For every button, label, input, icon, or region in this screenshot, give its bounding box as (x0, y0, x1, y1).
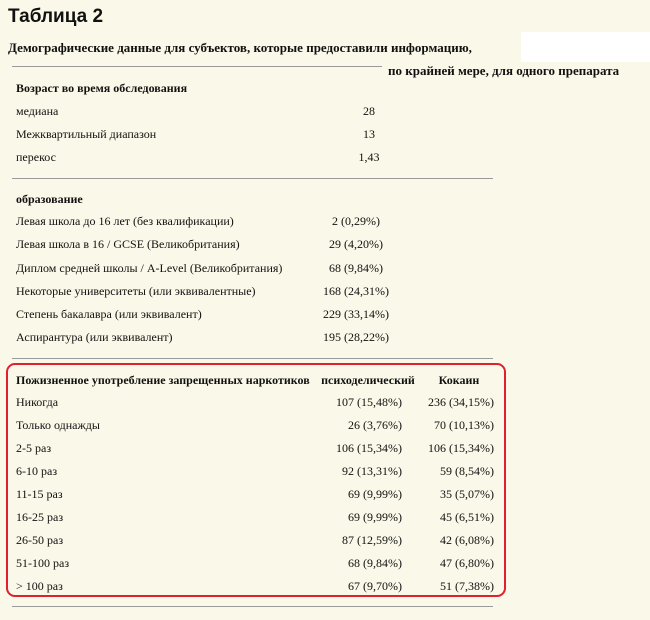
row-label: Степень бакалавра (или эквивалент) (16, 307, 202, 321)
row-label: 51-100 раз (16, 556, 70, 570)
row-label: Левая школа в 16 / GCSE (Великобритания) (16, 237, 240, 251)
caption-mask (521, 32, 650, 62)
psychedelic-value: 106 (15,34%) (336, 441, 402, 455)
row-value: 29 (4,20%) (329, 237, 383, 251)
row-label: 11-15 раз (16, 487, 63, 501)
section-heading-drugs: Пожизненное употребление запрещенных нар… (16, 373, 310, 387)
table-row: Только однажды 26 (3,76%) 70 (10,13%) (0, 418, 650, 438)
table-row: медиана 28 (0, 104, 650, 124)
table-row: Никогда 107 (15,48%) 236 (34,15%) (0, 395, 650, 415)
column-header-cocaine: Кокаин (438, 373, 480, 387)
top-rule (12, 66, 382, 67)
cocaine-value: 59 (8,54%) (440, 464, 494, 478)
section-heading-education: образование (16, 192, 83, 206)
row-value: 168 (24,31%) (323, 284, 389, 298)
table-row: > 100 раз 67 (9,70%) 51 (7,38%) (0, 579, 650, 599)
table-row: 26-50 раз 87 (12,59%) 42 (6,08%) (0, 533, 650, 553)
table-row: Аспирантура (или эквивалент) 195 (28,22%… (0, 330, 650, 350)
table-caption-line1: Демографические данные для субъектов, ко… (8, 40, 472, 55)
psychedelic-value: 67 (9,70%) (348, 579, 402, 593)
psychedelic-value: 68 (9,84%) (348, 556, 402, 570)
table-row: Степень бакалавра (или эквивалент) 229 (… (0, 307, 650, 327)
row-value: 1,43 (358, 150, 380, 164)
table-row: Левая школа в 16 / GCSE (Великобритания)… (0, 237, 650, 257)
cocaine-value: 51 (7,38%) (440, 579, 494, 593)
column-header-psychedelic: психоделический (321, 373, 415, 387)
row-label: Диплом средней школы / A-Level (Великобр… (16, 261, 283, 275)
row-label: Некоторые университеты (или эквивалентны… (16, 284, 256, 298)
row-label: > 100 раз (16, 579, 63, 593)
row-value: 28 (363, 104, 375, 118)
row-label: Аспирантура (или эквивалент) (16, 330, 173, 344)
table-row: 2-5 раз 106 (15,34%) 106 (15,34%) (0, 441, 650, 461)
table-row: Некоторые университеты (или эквивалентны… (0, 284, 650, 304)
table-caption-line2: по крайней мере, для одного препарата (388, 63, 620, 78)
section-heading-age: Возраст во время обследования (16, 81, 188, 95)
row-label: 16-25 раз (16, 510, 64, 524)
row-label: Никогда (16, 395, 59, 409)
table-row: Межквартильный диапазон 13 (0, 127, 650, 147)
row-label: Только однажды (16, 418, 100, 432)
row-label: Левая школа до 16 лет (без квалификации) (16, 214, 234, 228)
table-row: перекос 1,43 (0, 150, 650, 170)
cocaine-value: 45 (6,51%) (440, 510, 494, 524)
cocaine-value: 47 (6,80%) (440, 556, 494, 570)
row-label: медиана (16, 104, 59, 118)
bottom-rule (12, 606, 493, 607)
row-value: 68 (9,84%) (329, 261, 383, 275)
row-label: Межквартильный диапазон (16, 127, 157, 141)
table-row: Левая школа до 16 лет (без квалификации)… (0, 214, 650, 234)
row-value: 229 (33,14%) (323, 307, 389, 321)
cocaine-value: 35 (5,07%) (440, 487, 494, 501)
row-label: 26-50 раз (16, 533, 64, 547)
page-title: Таблица 2 (8, 6, 104, 27)
row-label: перекос (16, 150, 56, 164)
row-value: 195 (28,22%) (323, 330, 389, 344)
psychedelic-value: 69 (9,99%) (348, 510, 402, 524)
table-row: Диплом средней школы / A-Level (Великобр… (0, 261, 650, 281)
cocaine-value: 42 (6,08%) (440, 533, 494, 547)
psychedelic-value: 87 (12,59%) (342, 533, 402, 547)
section-divider (12, 178, 493, 179)
row-value: 2 (0,29%) (332, 214, 380, 228)
table-row: 51-100 раз 68 (9,84%) 47 (6,80%) (0, 556, 650, 576)
row-value: 13 (363, 127, 375, 141)
cocaine-value: 106 (15,34%) (428, 441, 494, 455)
table-row: 6-10 раз 92 (13,31%) 59 (8,54%) (0, 464, 650, 484)
cocaine-value: 70 (10,13%) (434, 418, 494, 432)
row-label: 2-5 раз (16, 441, 52, 455)
table-row: 16-25 раз 69 (9,99%) 45 (6,51%) (0, 510, 650, 530)
psychedelic-value: 107 (15,48%) (336, 395, 402, 409)
psychedelic-value: 26 (3,76%) (348, 418, 402, 432)
psychedelic-value: 69 (9,99%) (348, 487, 402, 501)
section-divider (12, 358, 493, 359)
table-row: 11-15 раз 69 (9,99%) 35 (5,07%) (0, 487, 650, 507)
psychedelic-value: 92 (13,31%) (342, 464, 402, 478)
row-label: 6-10 раз (16, 464, 58, 478)
cocaine-value: 236 (34,15%) (428, 395, 494, 409)
